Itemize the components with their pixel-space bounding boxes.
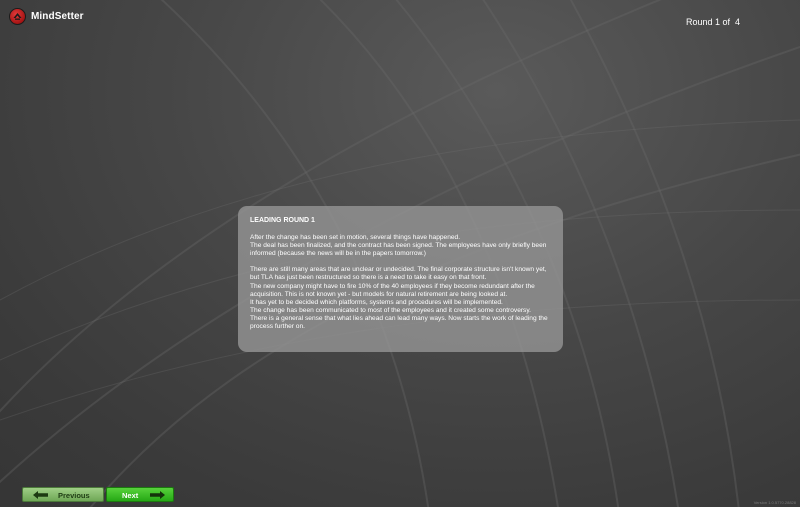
next-button-label: Next (122, 491, 139, 500)
app-logo: MindSetter (9, 8, 84, 25)
round-indicator: Round 1 of 4 (686, 17, 741, 27)
arrow-left-icon (33, 491, 48, 501)
mindsetter-logo-icon (9, 8, 26, 25)
panel-paragraph-details: There are still many areas that are uncl… (250, 266, 548, 331)
navigation-bar: Previous Next (22, 487, 174, 502)
logo-mark-icon (13, 13, 22, 20)
version-label: Version 1.0.5770.28828 (753, 500, 796, 505)
panel-paragraph-intro: After the change has been set in motion,… (250, 234, 547, 258)
panel-title: LEADING ROUND 1 (250, 217, 315, 224)
arrow-right-icon (150, 491, 165, 501)
previous-button-label: Previous (58, 491, 90, 500)
app-name: MindSetter (31, 11, 84, 22)
round-info-panel: LEADING ROUND 1 After the change has bee… (238, 206, 563, 352)
previous-button[interactable]: Previous (22, 487, 104, 502)
next-button[interactable]: Next (106, 487, 174, 502)
